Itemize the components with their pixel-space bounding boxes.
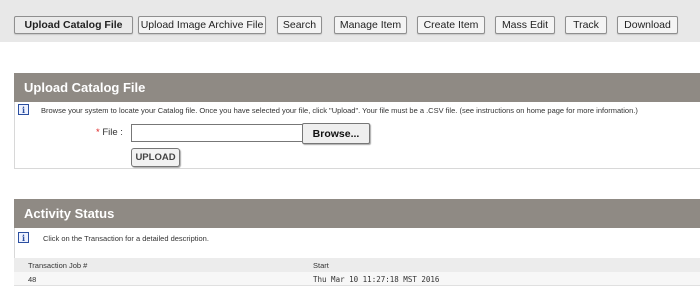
upload-button[interactable]: UPLOAD — [131, 148, 180, 167]
top-nav-bar: Upload Catalog File Upload Image Archive… — [0, 0, 700, 42]
activity-section-title: Activity Status — [14, 199, 700, 228]
activity-info-text: Click on the Transaction for a detailed … — [43, 234, 209, 243]
nav-mass-edit-button[interactable]: Mass Edit — [495, 16, 555, 34]
nav-track-button[interactable]: Track — [565, 16, 607, 34]
file-label-text: File : — [102, 127, 123, 138]
column-header-start: Start — [313, 261, 329, 270]
file-path-input[interactable] — [131, 124, 303, 142]
activity-section-panel — [14, 228, 700, 258]
info-icon: i — [18, 104, 29, 115]
upload-info-text: Browse your system to locate your Catalo… — [41, 106, 638, 115]
nav-search-button[interactable]: Search — [277, 16, 322, 34]
table-header-row: Transaction Job # Start — [14, 258, 700, 272]
nav-upload-catalog-file-button[interactable]: Upload Catalog File — [14, 16, 133, 34]
column-header-transaction-job: Transaction Job # — [28, 261, 88, 270]
browse-button[interactable]: Browse... — [302, 123, 370, 144]
required-marker: * — [96, 127, 100, 138]
nav-create-item-button[interactable]: Create Item — [417, 16, 485, 34]
upload-section-title: Upload Catalog File — [14, 73, 700, 102]
start-time-cell: Thu Mar 10 11:27:18 MST 2016 — [313, 275, 440, 284]
info-icon: i — [18, 232, 29, 243]
file-field-label: * File : — [96, 127, 123, 138]
nav-upload-image-archive-file-button[interactable]: Upload Image Archive File — [138, 16, 266, 34]
transaction-job-cell[interactable]: 48 — [28, 275, 36, 284]
nav-manage-item-button[interactable]: Manage Item — [334, 16, 407, 34]
table-row[interactable]: 48 Thu Mar 10 11:27:18 MST 2016 — [14, 272, 700, 286]
nav-download-button[interactable]: Download — [617, 16, 678, 34]
